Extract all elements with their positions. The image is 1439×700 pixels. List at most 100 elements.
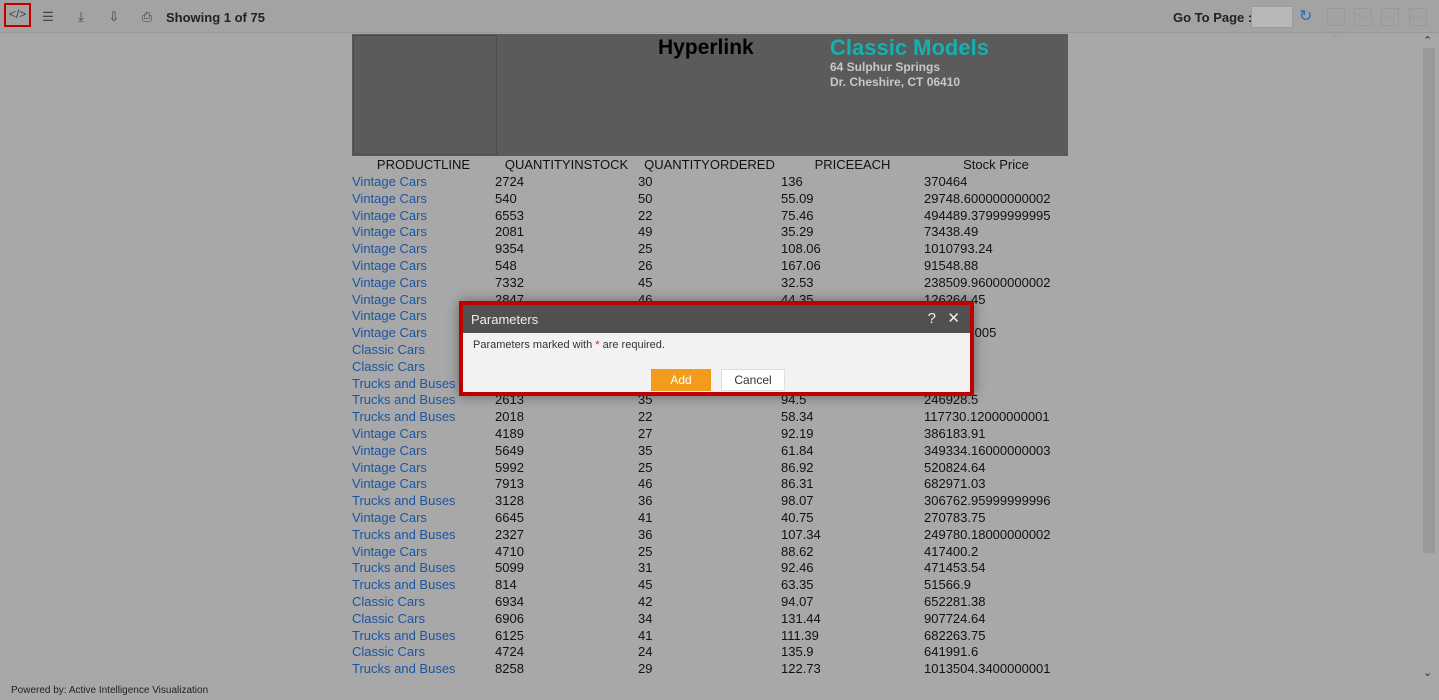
table-row: Vintage Cars 4710 25 88.62 417400.2 [352, 544, 1068, 561]
productline-link[interactable]: Vintage Cars [352, 258, 495, 275]
productline-link[interactable]: Classic Cars [352, 611, 495, 628]
table-row: Vintage Cars 548 26 167.06 91548.88 [352, 258, 1068, 275]
table-cell: 5099 [495, 560, 524, 576]
productline-link[interactable]: Vintage Cars [352, 224, 495, 241]
productline-link[interactable]: Vintage Cars [352, 510, 495, 527]
table-cell: 494489.37999999995 [924, 207, 1051, 223]
table-cell: 4189 [495, 425, 524, 441]
table-cell: 24 [638, 644, 653, 660]
table-row: Classic Cars 6906 34 131.44 907724.64 [352, 611, 1068, 628]
table-cell: 29 [638, 661, 653, 677]
productline-link[interactable]: Vintage Cars [352, 476, 495, 493]
column-header: QUANTITYINSTOCK [504, 157, 629, 172]
table-cell: 2081 [495, 224, 524, 240]
table-cell: 25 [638, 241, 653, 257]
table-cell: 63.35 [781, 577, 814, 593]
table-cell: 58.34 [781, 409, 814, 425]
table-cell: 3128 [495, 493, 524, 509]
logo-placeholder [353, 35, 497, 155]
productline-link[interactable]: Trucks and Buses [352, 628, 495, 645]
table-row: Vintage Cars 6553 22 75.46 494489.3799999999… [352, 208, 1068, 225]
table-row: Vintage Cars 7332 45 32.53 238509.9600000000… [352, 275, 1068, 292]
productline-link[interactable]: Vintage Cars [352, 174, 495, 191]
address-line-2: Dr. Cheshire, CT 06410 [830, 75, 961, 89]
table-cell: 4710 [495, 543, 524, 559]
table-cell: 652281.38 [924, 593, 986, 609]
productline-link[interactable]: Vintage Cars [352, 208, 495, 225]
productline-link[interactable]: Trucks and Buses [352, 577, 495, 594]
table-cell: 30 [638, 174, 653, 189]
table-cell: 471453.54 [924, 560, 986, 576]
table-row: Classic Cars 6934 42 94.07 652281.38 [352, 594, 1068, 611]
scroll-up-icon[interactable]: ⌃ [1423, 34, 1432, 47]
productline-link[interactable]: Trucks and Buses [352, 493, 495, 510]
address-line-1: 64 Sulphur Springs [830, 60, 941, 74]
table-cell: 7332 [495, 274, 524, 290]
table-row: Vintage Cars 5649 35 61.84 349334.1600000000… [352, 443, 1068, 460]
productline-link[interactable]: Vintage Cars [352, 460, 495, 477]
add-button[interactable]: Add [651, 369, 711, 391]
table-cell: 386183.91 [924, 425, 986, 441]
scroll-down-icon[interactable]: ⌄ [1423, 666, 1432, 679]
download-icon[interactable]: ⤓ [69, 6, 93, 28]
previous-page-icon[interactable]: |◁ [1354, 8, 1372, 26]
table-body: Vintage Cars 2724 30 136 370464 Vintage Cars 5… [352, 174, 1068, 678]
ordered-list-icon[interactable]: ☰ [36, 6, 60, 28]
close-icon[interactable]: ✕ [947, 309, 960, 327]
table-cell: 814 [495, 577, 517, 593]
table-cell: 25 [638, 543, 653, 559]
productline-link[interactable]: Vintage Cars [352, 191, 495, 208]
table-cell: 41 [638, 509, 653, 525]
table-cell: 641991.6 [924, 644, 979, 660]
table-cell: 2724 [495, 174, 524, 189]
help-icon[interactable]: ? [928, 310, 936, 327]
scrollbar-thumb[interactable] [1423, 48, 1435, 553]
productline-link[interactable]: Trucks and Buses [352, 527, 495, 544]
table-cell: 27 [638, 425, 653, 441]
table-cell: 91548.88 [924, 257, 979, 273]
table-cell: 8258 [495, 661, 524, 677]
productline-link[interactable]: Trucks and Buses [352, 409, 495, 426]
refresh-icon[interactable]: ↻ [1299, 6, 1312, 26]
cancel-button[interactable]: Cancel [721, 369, 785, 391]
toolbar: </> ☰ ⤓ ⇩ ⎙ Showing 1 of 75 Go To Page :… [0, 0, 1439, 38]
productline-link[interactable]: Vintage Cars [352, 426, 495, 443]
table-cell: 4724 [495, 644, 524, 660]
table-cell: 2018 [495, 409, 524, 425]
productline-link[interactable]: Trucks and Buses [352, 560, 495, 577]
table-cell: 1010793.24 [924, 241, 993, 257]
table-row: Vintage Cars 5992 25 86.92 520824.64 [352, 460, 1068, 477]
dialog-title: Parameters [471, 312, 539, 327]
productline-link[interactable]: Vintage Cars [352, 241, 495, 258]
table-cell: 25 [638, 459, 653, 475]
table-cell: 107.34 [781, 526, 821, 542]
print-icon[interactable]: ⎙ [135, 6, 159, 28]
table-cell: 35.29 [781, 224, 814, 240]
productline-link[interactable]: Vintage Cars [352, 544, 495, 561]
last-page-icon[interactable]: ▷▷| [1409, 8, 1427, 26]
table-cell: 306762.95999999996 [924, 493, 1051, 509]
table-row: Vintage Cars 540 50 55.09 29748.600000000002 [352, 191, 1068, 208]
productline-link[interactable]: Classic Cars [352, 594, 495, 611]
vertical-scrollbar[interactable]: ⌃ ⌄ [1421, 34, 1435, 684]
table-cell: 49 [638, 224, 653, 240]
productline-link[interactable]: Vintage Cars [352, 275, 495, 292]
table-cell: 45 [638, 577, 653, 593]
table-cell: 92.46 [781, 560, 814, 576]
table-cell: 540 [495, 190, 517, 206]
productline-link[interactable]: Classic Cars [352, 644, 495, 661]
next-page-icon[interactable]: ▷| [1381, 8, 1399, 26]
table-cell: 22 [638, 409, 653, 425]
table-row: Vintage Cars 9354 25 108.06 1010793.24 [352, 241, 1068, 258]
export-icon[interactable]: ⇩ [102, 6, 126, 28]
productline-link[interactable]: Trucks and Buses [352, 661, 495, 678]
go-to-page-input[interactable] [1251, 6, 1293, 28]
productline-link[interactable]: Vintage Cars [352, 443, 495, 460]
report-title: Hyperlink [658, 36, 754, 59]
table-cell: 29748.600000000002 [924, 190, 1051, 206]
code-view-icon[interactable]: </> [4, 3, 31, 27]
table-cell: 9354 [495, 241, 524, 257]
table-cell: 682263.75 [924, 627, 986, 643]
table-cell: 6125 [495, 627, 524, 643]
first-page-icon[interactable]: |◁◁ [1327, 8, 1345, 38]
